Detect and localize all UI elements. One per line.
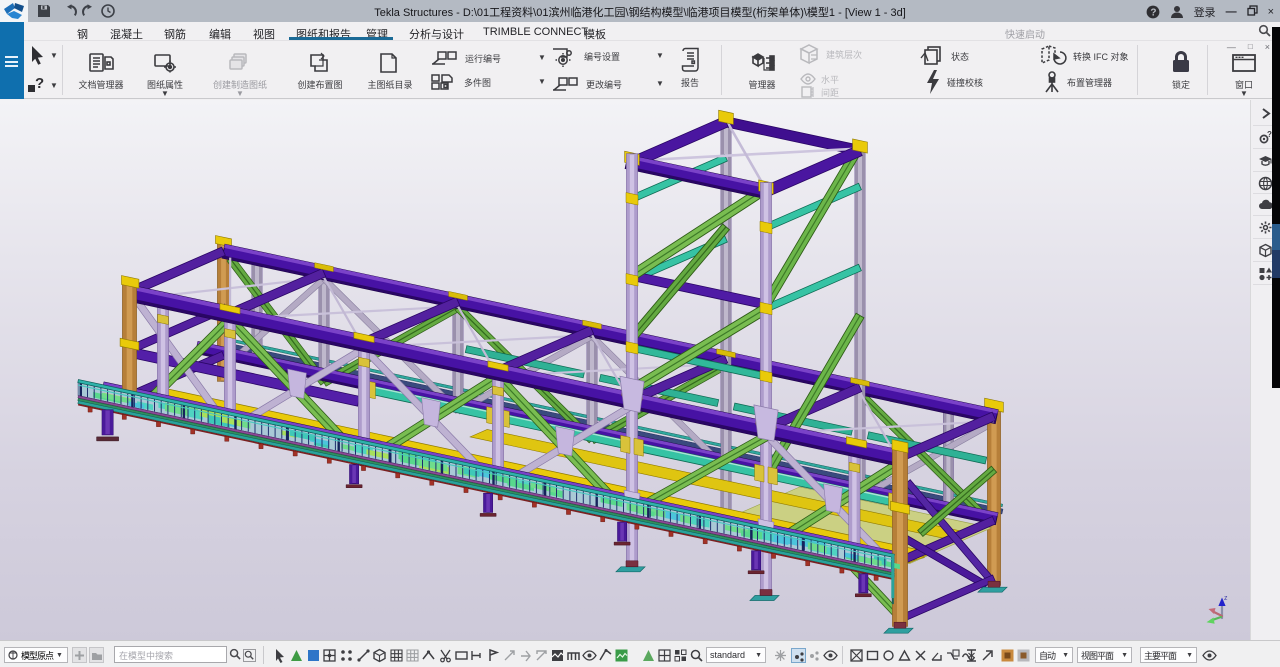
svg-text:?: ? [35, 75, 44, 92]
svg-text:z: z [1224, 595, 1228, 602]
svg-text:?: ? [1150, 7, 1156, 18]
